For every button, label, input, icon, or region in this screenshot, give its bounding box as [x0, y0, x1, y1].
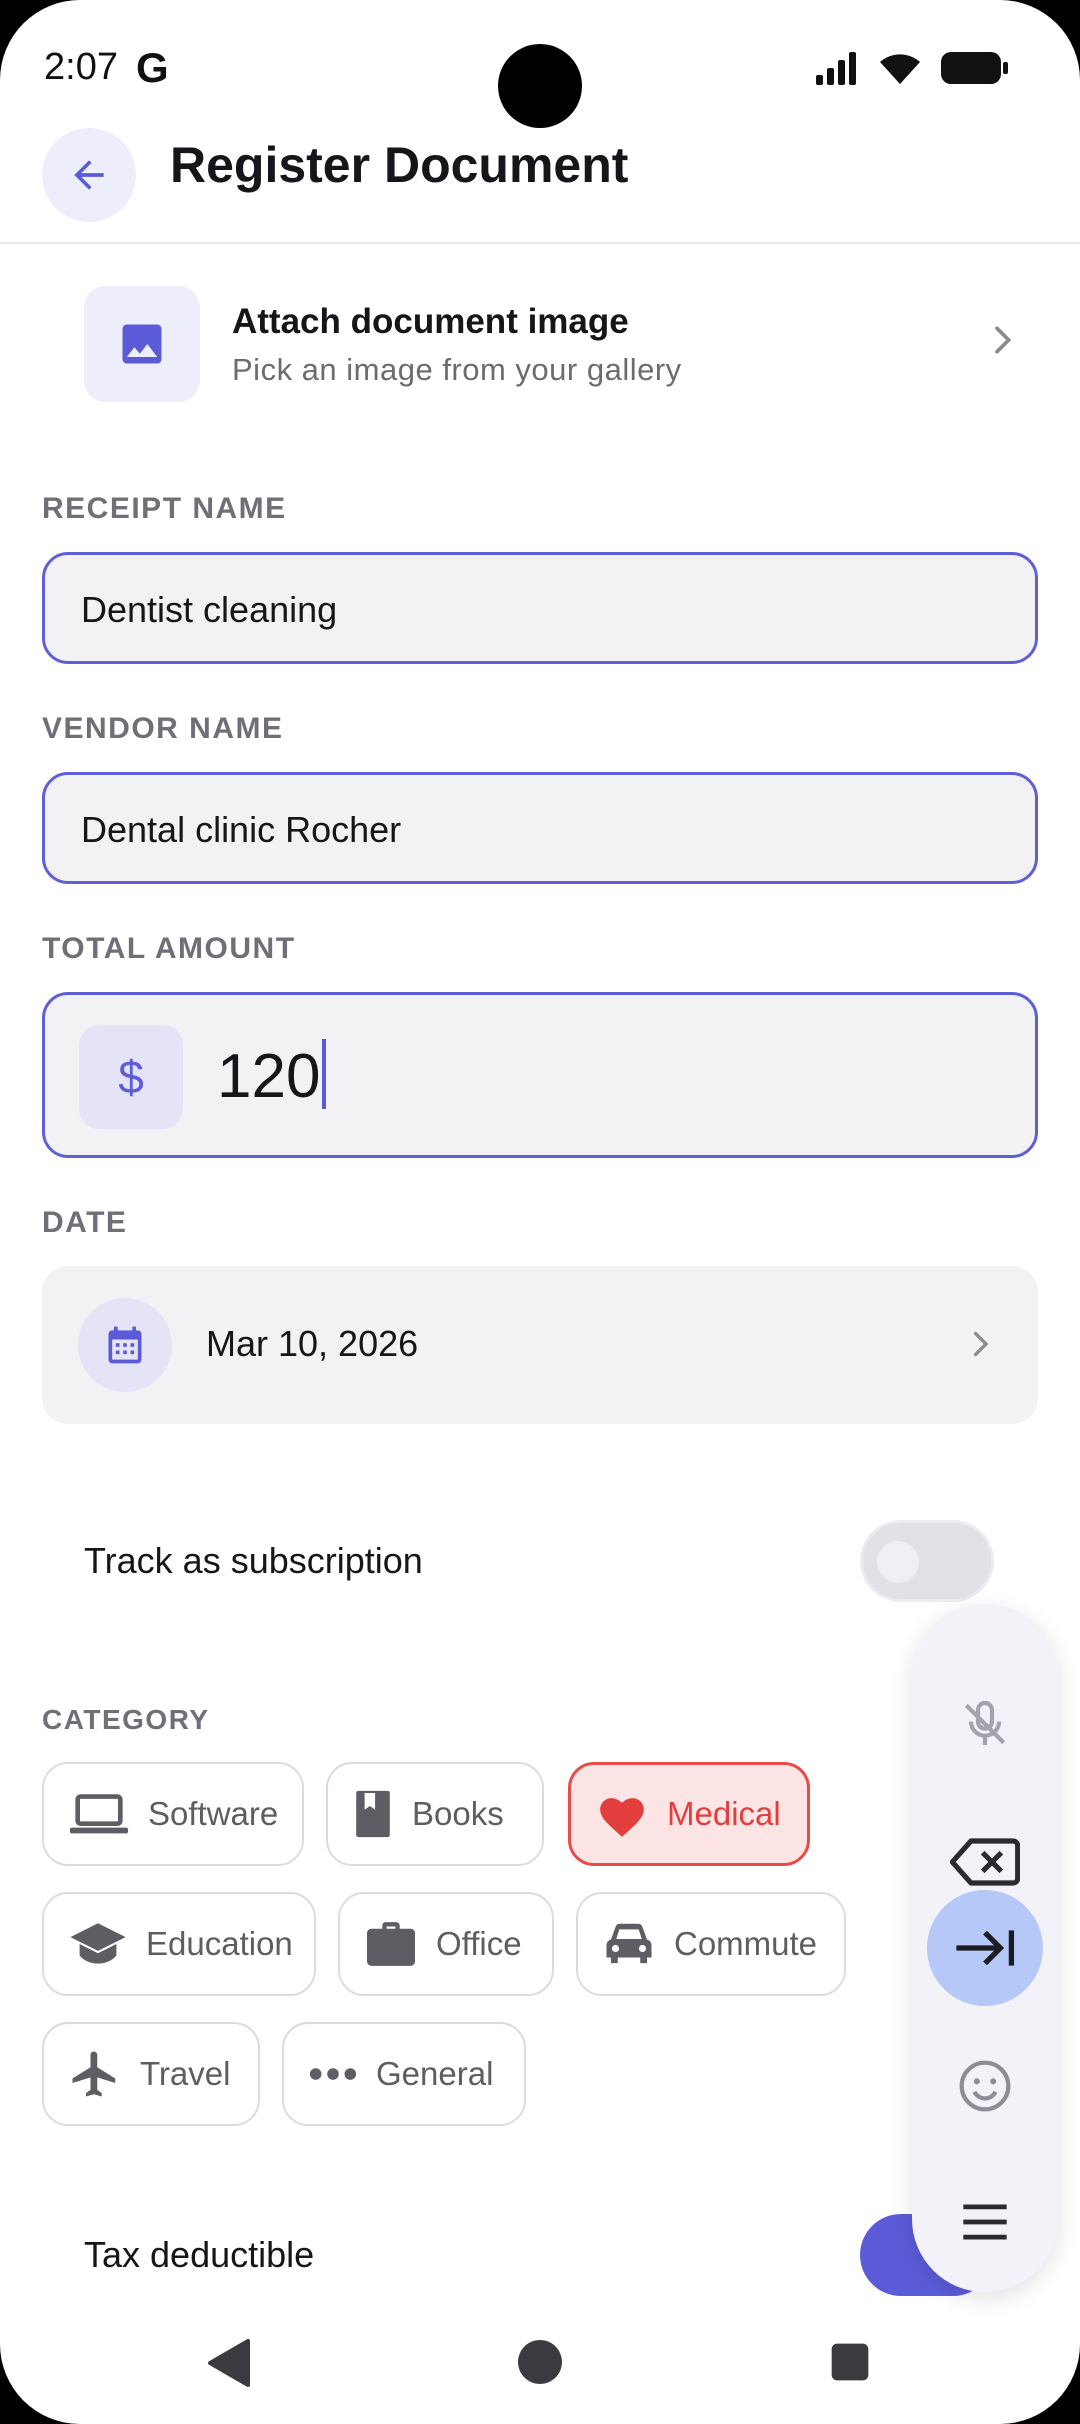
text-caret	[322, 1039, 327, 1109]
chip-label: Software	[148, 1795, 279, 1832]
attach-image-row[interactable]: Attach document image Pick an image from…	[42, 270, 1042, 420]
tab-next-button[interactable]	[927, 1890, 1043, 2006]
menu-button[interactable]	[927, 2164, 1043, 2280]
status-icons	[814, 50, 1010, 86]
chip-general[interactable]: General	[282, 2022, 526, 2126]
laptop-icon	[69, 1794, 129, 1834]
receipt-name-label: RECEIPT NAME	[42, 492, 287, 525]
emoji-button[interactable]	[927, 2028, 1043, 2144]
wifi-icon	[880, 54, 920, 84]
switch-knob	[877, 1541, 919, 1583]
chip-label: Commute	[674, 1925, 818, 1962]
chip-software[interactable]: Software	[42, 1762, 304, 1866]
date-label: DATE	[42, 1206, 128, 1239]
subscription-label: Track as subscription	[84, 1540, 423, 1581]
category-label: CATEGORY	[42, 1704, 210, 1735]
chip-label: Medical	[667, 1795, 781, 1832]
chip-books[interactable]: Books	[326, 1762, 544, 1866]
book-icon	[356, 1790, 390, 1838]
backspace-icon	[950, 1838, 1020, 1886]
emoji-icon	[959, 2060, 1011, 2112]
subscription-switch[interactable]	[860, 1520, 994, 1602]
more-horizontal-icon	[309, 2068, 357, 2080]
image-icon	[122, 324, 162, 364]
tax-deductible-label: Tax deductible	[84, 2234, 315, 2275]
keyboard-toolbar	[912, 1604, 1058, 2292]
status-bar: 2:07 G	[0, 0, 1080, 140]
total-amount-field[interactable]: $ 120	[42, 992, 1038, 1158]
date-value: Mar 10, 2026	[206, 1323, 419, 1364]
chip-label: Travel	[140, 2055, 231, 2092]
back-button[interactable]	[42, 128, 136, 222]
receipt-name-field[interactable]: Dentist cleaning	[42, 552, 1038, 664]
tab-arrow-icon	[956, 1930, 1015, 1966]
vendor-name-label: VENDOR NAME	[42, 712, 284, 745]
total-amount-label: TOTAL AMOUNT	[42, 932, 296, 965]
system-nav-bar	[0, 2310, 1080, 2424]
screen: 2:07 G Register Document Attach document…	[0, 0, 1080, 2424]
signal-icon	[816, 52, 856, 85]
battery-icon	[941, 52, 1008, 84]
nav-home-icon[interactable]	[516, 2338, 564, 2386]
amount-text: 120	[217, 1042, 321, 1111]
calendar-icon	[108, 1326, 142, 1364]
car-icon	[606, 1923, 652, 1964]
chip-label: Education	[146, 1925, 293, 1962]
image-thumb	[84, 286, 200, 402]
chevron-right-icon	[995, 326, 1012, 354]
calendar-icon-wrap	[78, 1298, 172, 1392]
attach-subtitle: Pick an image from your gallery	[232, 352, 682, 387]
app-bar: Register Document	[0, 120, 1080, 244]
google-icon: G	[136, 44, 169, 91]
chip-label: Office	[436, 1925, 522, 1962]
briefcase-icon	[367, 1922, 415, 1966]
chip-office[interactable]: Office	[338, 1892, 554, 1996]
menu-icon	[963, 2204, 1007, 2240]
chip-label: General	[376, 2055, 494, 2092]
attach-title: Attach document image	[232, 302, 629, 341]
chip-medical[interactable]: Medical	[568, 1762, 810, 1866]
airplane-icon	[72, 2051, 116, 2097]
chevron-right-icon	[973, 1331, 989, 1357]
mic-off-icon	[964, 1700, 1006, 1745]
page-title: Register Document	[170, 137, 629, 193]
chip-education[interactable]: Education	[42, 1892, 316, 1996]
status-time: 2:07	[44, 46, 118, 88]
receipt-name-value: Dentist cleaning	[81, 589, 338, 630]
dollar-icon: $	[79, 1025, 183, 1129]
nav-recents-icon[interactable]	[828, 2340, 872, 2384]
total-amount-value: 120	[217, 1039, 327, 1112]
voice-input-button[interactable]	[927, 1666, 1043, 1782]
arrow-back-icon	[74, 160, 104, 190]
camera-cutout	[498, 44, 582, 128]
date-picker[interactable]: Mar 10, 2026	[42, 1266, 1038, 1424]
vendor-name-field[interactable]: Dental clinic Rocher	[42, 772, 1038, 884]
nav-back-icon[interactable]	[204, 2336, 252, 2390]
chip-commute[interactable]: Commute	[576, 1892, 846, 1996]
chip-travel[interactable]: Travel	[42, 2022, 260, 2126]
heart-icon	[600, 1798, 644, 1837]
chip-label: Books	[412, 1795, 504, 1832]
vendor-name-value: Dental clinic Rocher	[81, 809, 402, 850]
graduation-cap-icon	[70, 1923, 126, 1964]
